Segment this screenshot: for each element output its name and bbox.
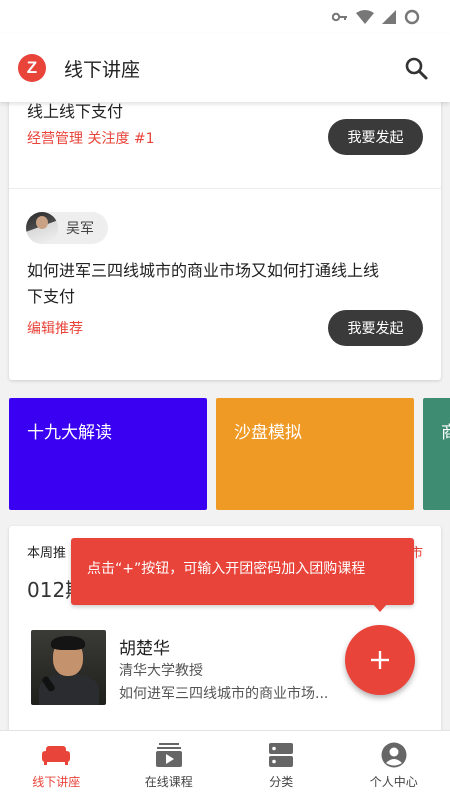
app-logo: Z — [18, 54, 46, 82]
category-tile[interactable]: 十九大解读 — [9, 398, 207, 510]
signal-icon — [382, 10, 396, 24]
lecture-card-group: 线上线下支付 经营管理 关注度 #1 我要发起 吴军 如何进军三四线城市的商业市… — [9, 102, 441, 380]
sofa-icon — [41, 741, 71, 769]
nav-item-profile[interactable]: 个人中心 — [338, 731, 450, 800]
video-icon — [154, 741, 184, 769]
section-title: 本周推 — [27, 546, 67, 561]
wifi-icon — [356, 10, 374, 24]
search-button[interactable] — [400, 52, 432, 84]
profile-icon — [379, 741, 409, 769]
page-title: 线下讲座 — [64, 58, 141, 81]
nav-label: 线下讲座 — [32, 775, 81, 789]
category-label: 十九大解读 — [27, 423, 112, 443]
category-label: 商 — [441, 423, 450, 443]
plus-icon — [371, 651, 389, 669]
lecture-card[interactable]: 吴军 如何进军三四线城市的商业市场又如何打通线上线下支付 编辑推荐 我要发起 — [9, 190, 441, 380]
search-icon — [405, 57, 428, 80]
nav-item-online-courses[interactable]: 在线课程 — [113, 731, 226, 800]
nav-label: 在线课程 — [144, 775, 193, 789]
add-fab-button[interactable] — [345, 625, 415, 695]
category-tile[interactable]: 沙盘模拟 — [216, 398, 414, 510]
lecture-title: 如何进军三四线城市的商业市场又如何打通线上线下支付 — [27, 261, 380, 306]
lecture-title: 线上线下支付 — [27, 102, 124, 121]
photo-hair-shape — [51, 636, 85, 650]
avatar — [26, 212, 58, 244]
author-name: 吴军 — [66, 221, 94, 237]
logo-letter: Z — [26, 58, 38, 77]
tooltip-arrow — [372, 603, 388, 612]
lecturer-photo[interactable] — [31, 630, 106, 705]
author-chip[interactable]: 吴军 — [26, 212, 108, 244]
nav-item-categories[interactable]: 分类 — [225, 731, 338, 800]
nav-item-offline-lectures[interactable]: 线下讲座 — [0, 731, 113, 800]
lecture-tag: 编辑推荐 — [27, 321, 83, 337]
key-icon — [332, 12, 347, 22]
category-icon — [266, 741, 296, 769]
category-label: 沙盘模拟 — [234, 423, 302, 443]
sync-icon — [404, 9, 420, 25]
lecture-tag: 经营管理 关注度 #1 — [27, 131, 155, 147]
hint-tooltip: 点击“+”按钮，可输入开团密码加入团购课程 — [71, 538, 414, 605]
bottom-navigation: 线下讲座 在线课程 分类 个人中心 — [0, 730, 450, 800]
nav-label: 分类 — [269, 775, 294, 789]
lecture-title[interactable]: 如何进军三四线城市的商业市场... — [119, 683, 328, 703]
lecturer-affiliation: 清华大学教授 — [119, 663, 203, 679]
category-tile[interactable]: 商 — [423, 398, 450, 510]
category-strip[interactable]: 十九大解读 沙盘模拟 商 — [9, 398, 450, 510]
nav-label: 个人中心 — [369, 775, 418, 789]
app-bar: Z 线下讲座 — [0, 34, 450, 102]
launch-button[interactable]: 我要发起 — [328, 310, 423, 346]
lecture-card[interactable]: 线上线下支付 经营管理 关注度 #1 我要发起 — [9, 102, 441, 189]
launch-button[interactable]: 我要发起 — [328, 119, 423, 155]
lecturer-name: 胡楚华 — [119, 639, 170, 659]
status-bar — [0, 0, 450, 34]
